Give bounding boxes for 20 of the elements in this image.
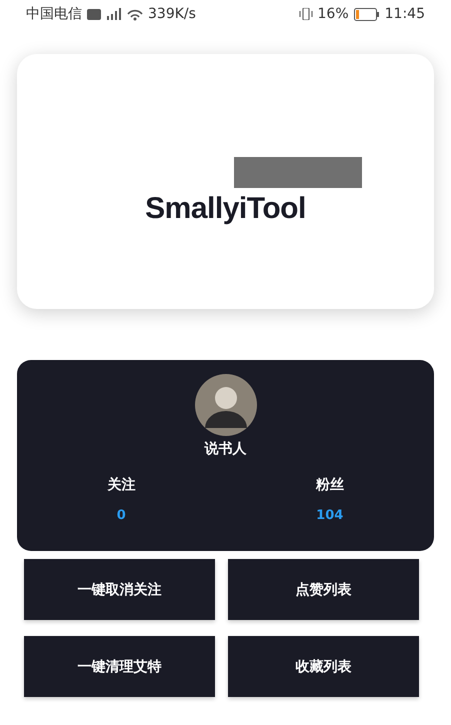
action-button[interactable]: 收藏列表 [228, 636, 419, 697]
battery-percent: 16% [318, 6, 349, 22]
wifi-icon [127, 7, 143, 21]
action-button[interactable]: 点赞列表 [228, 559, 419, 620]
stat-label: 关注 [107, 476, 136, 494]
carrier-name: 中国电信 [26, 5, 82, 23]
network-speed: 339K/s [148, 6, 196, 22]
stat-label: 粉丝 [316, 476, 344, 494]
user-name: 说书人 [204, 440, 246, 458]
action-button[interactable]: 一键取消关注 [24, 559, 215, 620]
vibrate-icon [298, 8, 313, 20]
app-logo-title: SmallyiTool [145, 192, 306, 226]
stat-value: 0 [116, 508, 126, 523]
clock-time: 11:45 [384, 6, 425, 22]
hd-icon [87, 8, 101, 20]
avatar [194, 374, 256, 436]
action-button[interactable]: 一键清理艾特 [24, 636, 215, 697]
signal-icon [106, 8, 122, 20]
stat-value: 104 [316, 508, 344, 523]
battery-icon [354, 8, 380, 20]
